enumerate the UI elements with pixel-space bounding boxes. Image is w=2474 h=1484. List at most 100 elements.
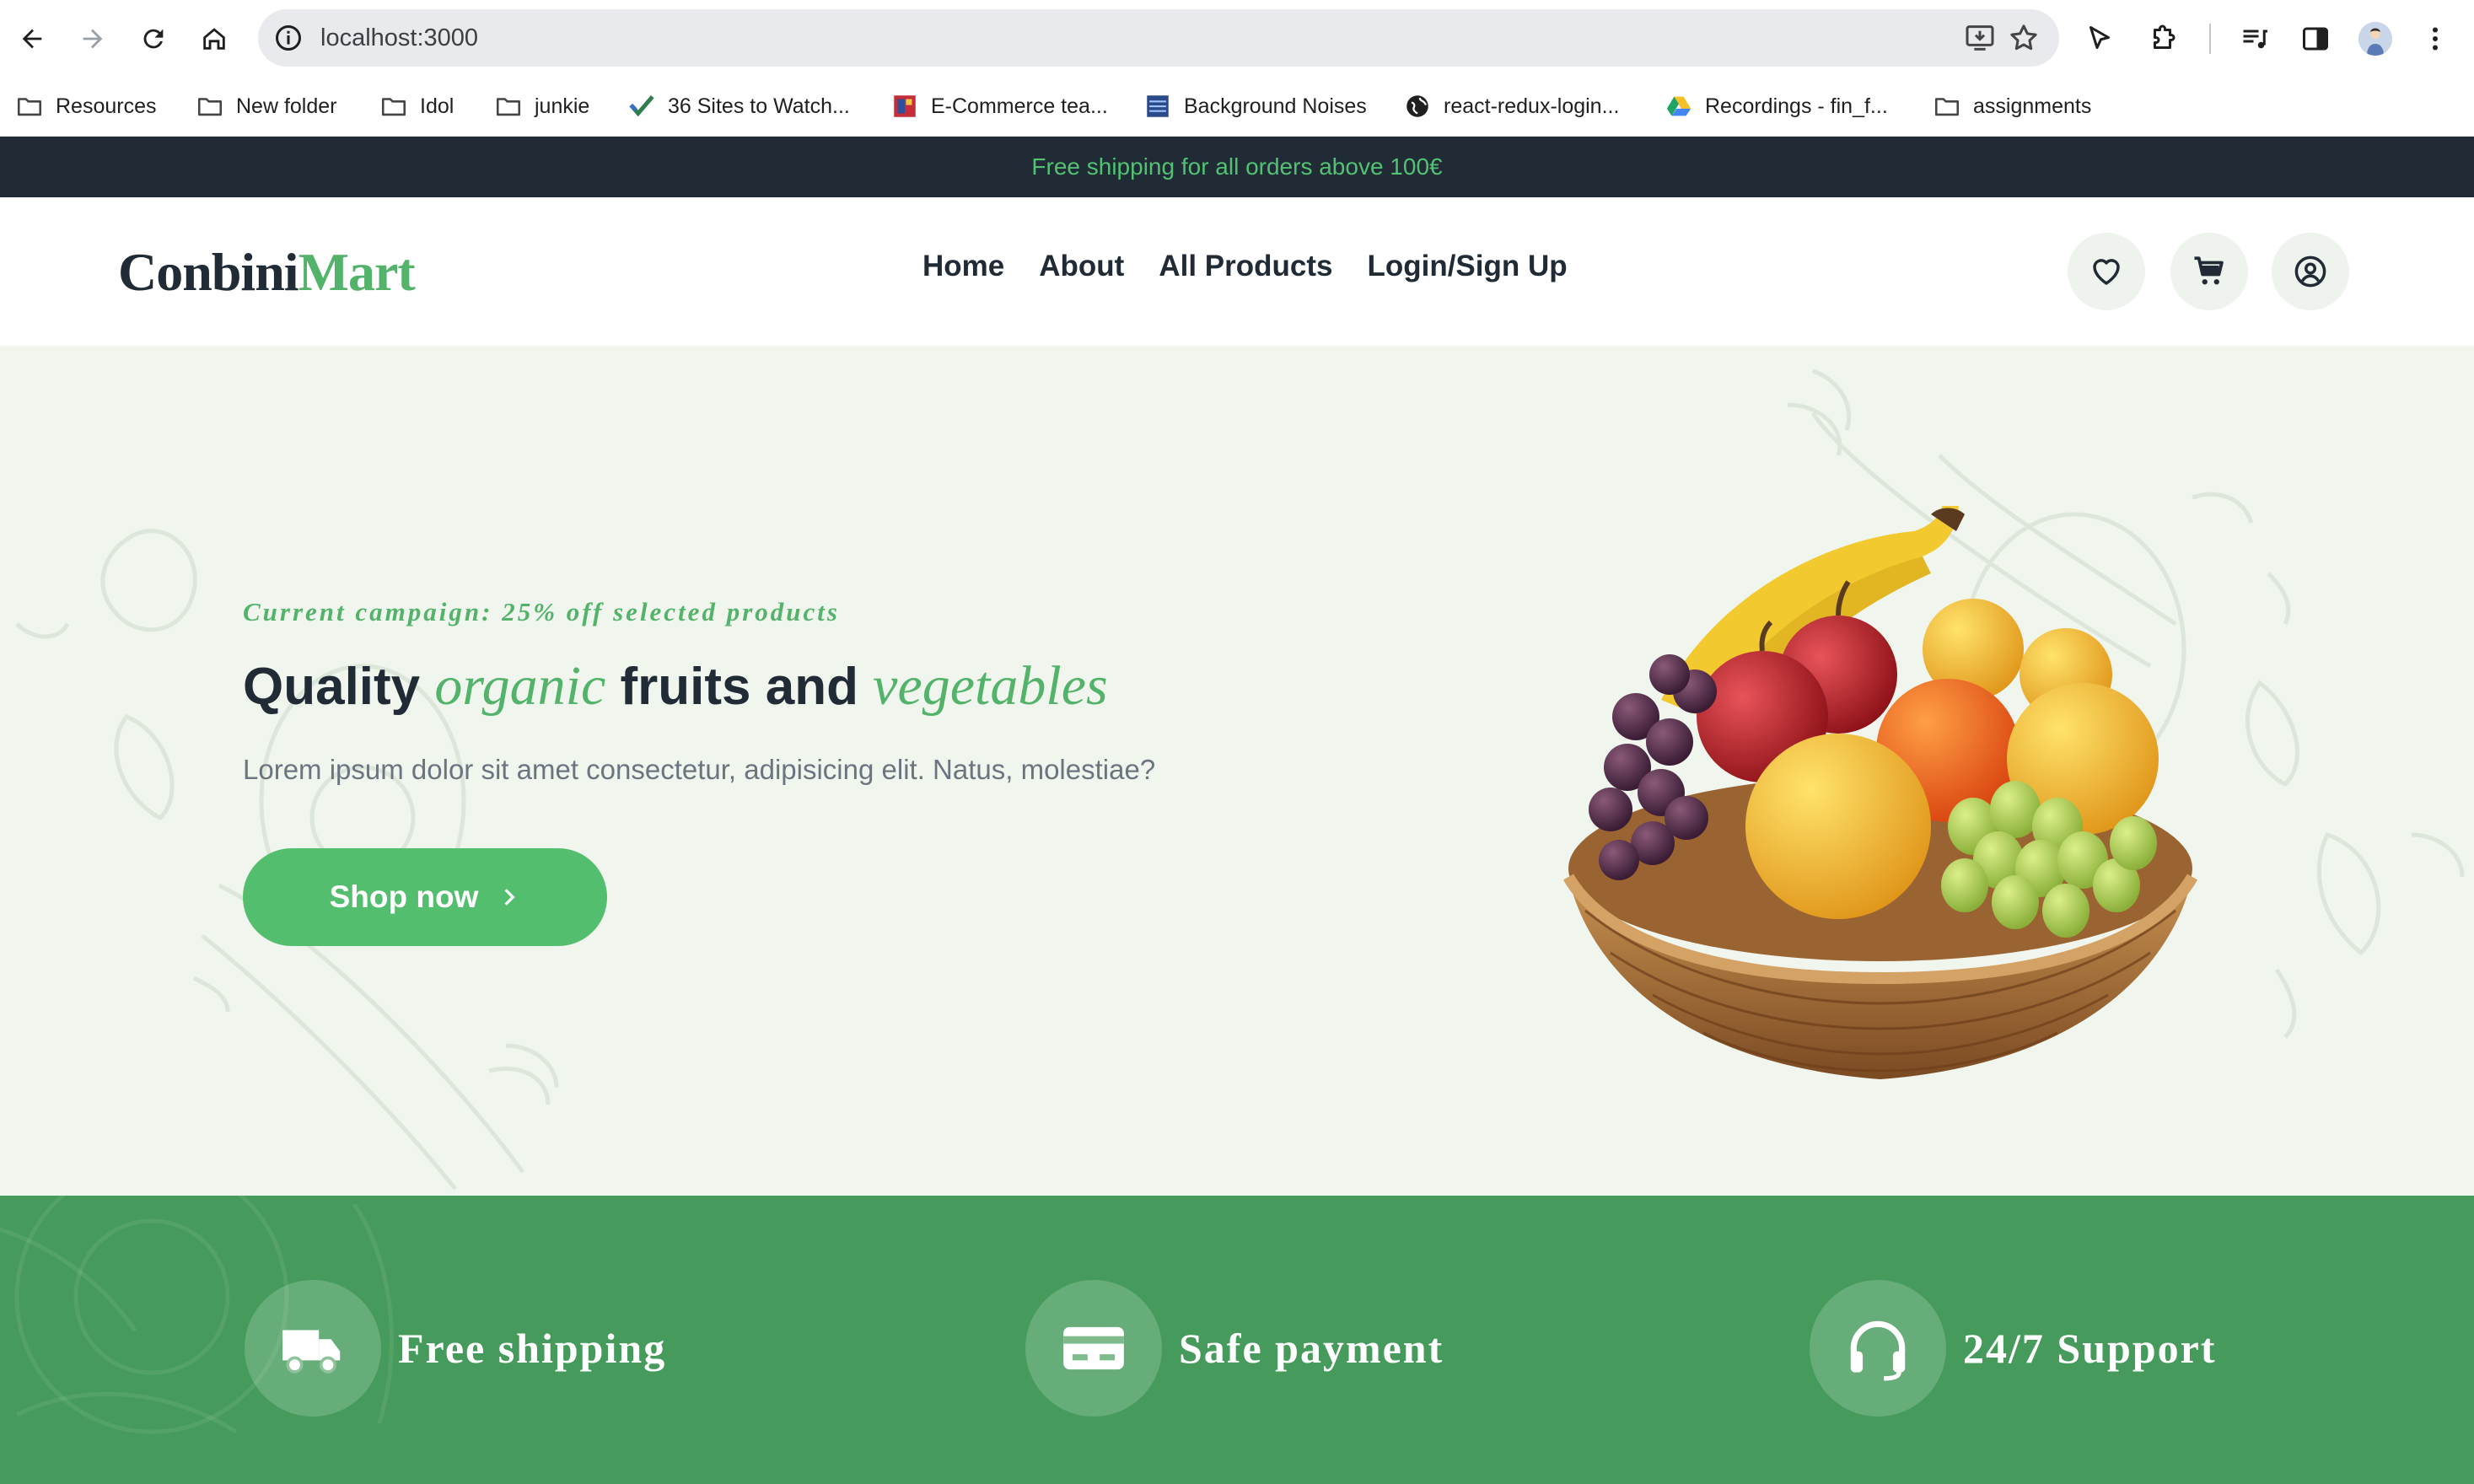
headline-part-1: Quality [243,658,435,716]
bookmark-label: junkie [535,94,590,118]
ecommerce-favicon [894,95,916,117]
feature-support: 24/7 Support [1810,1280,2216,1417]
headset-icon [1850,1320,1906,1381]
shop-now-button[interactable]: Shop now [243,848,607,946]
bookmark-assignments[interactable]: assignments [1933,89,2091,123]
headline-accent-organic: organic [434,655,606,717]
bookmark-label: Idol [420,94,454,118]
checkmark-favicon [629,95,654,117]
hero-headline: Quality organic fruits and vegetables [243,654,1108,718]
cursor-extension-button[interactable] [2078,17,2122,61]
nav-about[interactable]: About [1039,250,1124,283]
cart-button[interactable] [2170,233,2248,310]
noise-favicon [1147,95,1169,117]
bookmark-label: assignments [1973,94,2092,118]
logo-text-conbini: Conbini [118,242,299,302]
bookmark-new-folder[interactable]: New folder [196,89,337,123]
feature-icon-circle [245,1280,381,1417]
playlist-icon [2243,30,2267,49]
headline-accent-vegetables: vegetables [873,655,1108,717]
feature-label: Safe payment [1179,1325,1444,1372]
back-button[interactable] [10,17,54,61]
fruit-basket-image [1562,506,2198,1079]
campaign-tagline: Current campaign: 25% off selected produ… [243,597,840,626]
feature-icon-circle [1025,1280,1162,1417]
account-button[interactable] [2272,233,2349,310]
puzzle-icon [2154,24,2176,49]
truck-icon [282,1330,341,1374]
headline-part-2: fruits and [605,658,874,716]
profile-picture-icon [2358,22,2392,56]
feature-free-shipping: Free shipping [245,1280,666,1417]
bookmark-star-icon[interactable] [2007,21,2041,55]
profile-avatar[interactable] [2358,22,2392,56]
bookmark-label: Resources [56,94,157,118]
feature-label: 24/7 Support [1963,1325,2217,1372]
shop-now-label: Shop now [329,879,479,914]
globe-icon [1406,95,1428,117]
features-strip: Free shipping Safe payment 24/7 Support [0,1196,2474,1484]
bookmark-36-sites[interactable]: 36 Sites to Watch... [627,89,850,123]
promo-text: Free shipping for all orders above 100€ [1031,153,1443,180]
side-panel-button[interactable] [2294,17,2337,61]
cart-icon [2194,256,2224,285]
reload-icon [143,29,164,49]
nav-home[interactable]: Home [922,250,1004,283]
heart-icon [2093,259,2120,285]
site-header: ConbiniMart Home About All Products Logi… [0,197,2474,346]
feature-label: Free shipping [398,1325,667,1372]
reload-button[interactable] [132,17,175,61]
folder-icon [381,98,406,116]
home-button[interactable] [192,17,236,61]
bookmark-react-redux[interactable]: react-redux-login... [1403,89,1619,123]
bookmark-label: New folder [236,94,337,118]
bookmark-label: 36 Sites to Watch... [668,94,850,118]
main-nav: Home About All Products Login/Sign Up [922,250,1568,283]
credit-card-icon [1063,1326,1124,1370]
chevron-right-icon [504,889,516,906]
address-bar[interactable]: localhost:3000 [258,9,2059,67]
bookmark-ecommerce[interactable]: E-Commerce tea... [890,89,1108,123]
feature-safe-payment: Safe payment [1025,1280,1444,1417]
folder-icon [1934,98,1960,116]
media-controls-button[interactable] [2233,17,2277,61]
feature-icon-circle [1810,1280,1946,1417]
pointer-icon [2089,26,2110,49]
user-icon [2294,255,2326,288]
folder-icon [17,98,42,116]
hero-subtext: Lorem ipsum dolor sit amet consectetur, … [243,754,1156,785]
logo-text-mart: Mart [298,242,416,302]
forward-arrow-icon [83,29,103,49]
site-info-icon[interactable] [273,23,304,53]
hero-section: Current campaign: 25% off selected produ… [0,346,2474,1196]
browser-toolbar: localhost:3000 [0,0,2474,78]
url-text[interactable]: localhost:3000 [320,9,478,67]
logo[interactable]: ConbiniMart [118,241,416,304]
bookmark-label: Background Noises [1184,94,1367,118]
extensions-button[interactable] [2142,17,2186,61]
chrome-menu-button[interactable] [2413,17,2457,61]
bookmark-background-noises[interactable]: Background Noises [1143,89,1367,123]
wishlist-button[interactable] [2068,233,2145,310]
forward-button[interactable] [71,17,115,61]
bookmark-label: Recordings - fin_f... [1705,94,1888,118]
toolbar-divider [2209,24,2211,54]
back-arrow-icon [22,29,42,49]
install-app-icon[interactable] [1963,21,1997,55]
vertical-dots-icon [2433,27,2438,51]
bookmark-label: react-redux-login... [1444,94,1620,118]
home-icon [203,28,225,50]
folder-icon [496,98,521,116]
nav-login-signup[interactable]: Login/Sign Up [1367,250,1567,283]
bookmark-idol[interactable]: Idol [379,89,454,123]
side-panel-icon [2303,27,2328,51]
bookmarks-bar: Resources New folder Idol junkie 36 Site… [0,78,2474,137]
nav-all-products[interactable]: All Products [1159,250,1332,283]
bookmark-recordings[interactable]: Recordings - fin_f... [1665,89,1888,123]
bookmark-junkie[interactable]: junkie [494,89,589,123]
bookmark-resources[interactable]: Resources [15,89,157,123]
promo-banner: Free shipping for all orders above 100€ [0,137,2474,197]
bookmark-label: E-Commerce tea... [931,94,1108,118]
folder-icon [197,98,223,116]
drive-icon [1666,96,1691,116]
